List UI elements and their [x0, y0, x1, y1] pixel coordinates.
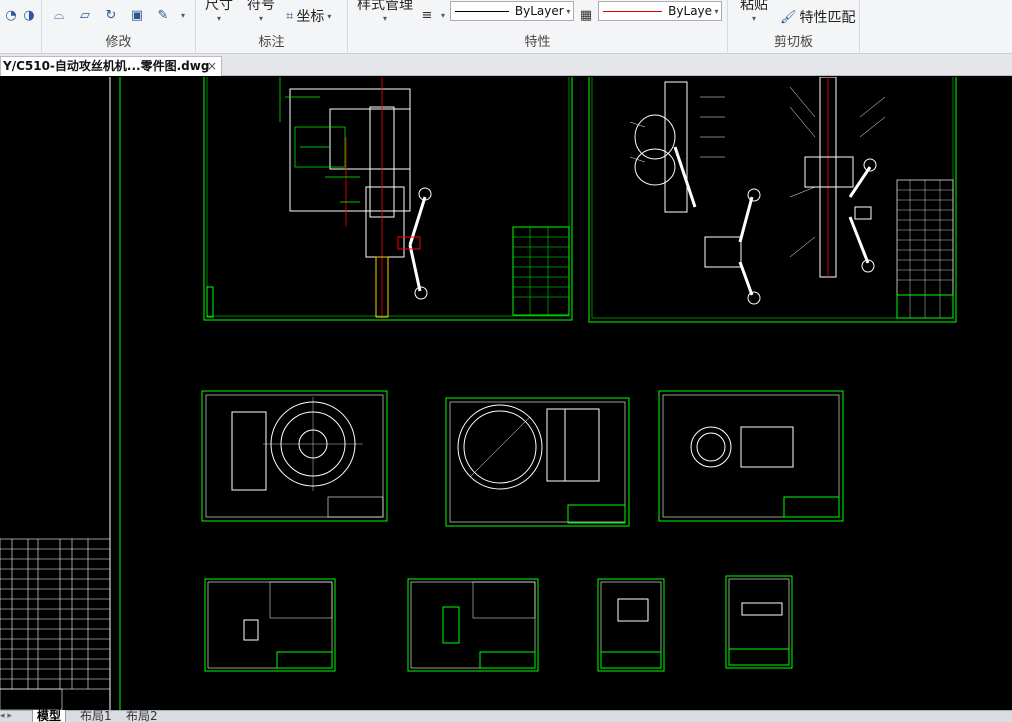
- symbol-button[interactable]: 符号 ▾: [246, 0, 276, 24]
- chevron-down-icon: ▾: [327, 11, 332, 21]
- drawing-sheet-exploded-view: [588, 77, 957, 323]
- properties-group-title: 特性: [524, 35, 551, 50]
- color-combo[interactable]: ByLaye ▾: [598, 1, 722, 21]
- drawing-canvas[interactable]: [0, 77, 1012, 710]
- layout-tab-layout2[interactable]: 布局2: [122, 710, 162, 722]
- color-preview: [603, 10, 663, 12]
- drawing-sheet-small-part-3: [597, 578, 665, 672]
- style-manager-label: 样式管理: [357, 0, 413, 13]
- match-properties-button[interactable]: 🖌 特性匹配: [780, 7, 856, 27]
- paste-label: 粘贴: [740, 0, 768, 13]
- match-properties-label: 特性匹配: [799, 10, 856, 26]
- layout-tab-layout1[interactable]: 布局1: [76, 710, 116, 722]
- cad-application-window: ◔ ◑ ⌓ ▱ ↻ ▣ ✎ ▾ 修改 尺寸 ▾ 符号 ▾ ⌗ 坐标 ▾ 标注 样…: [0, 0, 1012, 722]
- annotate-group-title: 标注: [258, 35, 285, 50]
- drawing-sheet-assembly-section: [203, 77, 573, 321]
- rotate-icon[interactable]: ↻: [102, 8, 120, 24]
- color-grid-icon[interactable]: ▦: [577, 8, 595, 24]
- ribbon-group-properties: 样式管理 ▾ ≡ ▾ ByLayer ▾ ▦ ByLaye ▾ 特性: [348, 0, 728, 54]
- chevron-down-icon: ▾: [382, 14, 387, 23]
- layout-tab-bar: ◂ ▸ 模型 布局1 布局2: [0, 710, 1012, 722]
- drawing-sheet-bushing: [658, 390, 844, 522]
- image-tool-icon[interactable]: ▣: [128, 8, 146, 24]
- document-tab-title: Y/C510-自动攻丝机机...零件图.dwg: [3, 59, 210, 73]
- modify-group-title: 修改: [105, 35, 132, 50]
- ribbon-group-clipboard: 粘贴 ▾ 🖌 特性匹配 剪切板: [728, 0, 860, 54]
- drawing-sheet-small-part-4: [725, 575, 793, 669]
- clipboard-group-title: 剪切板: [773, 35, 813, 50]
- chevron-down-icon[interactable]: ▾: [174, 8, 192, 24]
- drawing-sheet-small-part-1: [204, 578, 336, 672]
- coordinate-button[interactable]: ⌗ 坐标 ▾: [286, 6, 331, 26]
- fillet-tool-icon[interactable]: ◑: [20, 8, 38, 24]
- symbol-label: 符号: [247, 0, 275, 13]
- drawing-sheet-gear-ring: [445, 397, 630, 527]
- color-value: ByLaye: [668, 4, 713, 18]
- ribbon-toolbar: ◔ ◑ ⌓ ▱ ↻ ▣ ✎ ▾ 修改 尺寸 ▾ 符号 ▾ ⌗ 坐标 ▾ 标注 样…: [0, 0, 1012, 54]
- linetype-preview: [455, 10, 509, 12]
- coordinate-icon: ⌗: [286, 8, 294, 24]
- layout-tab-model[interactable]: 模型: [32, 710, 67, 722]
- parts-list-table: [0, 538, 111, 710]
- chevron-down-icon: ▾: [566, 6, 571, 16]
- coordinate-label: 坐标: [296, 9, 325, 25]
- model-space-drawing: [0, 77, 957, 710]
- linetype-value: ByLayer: [514, 4, 564, 18]
- chevron-down-icon: ▾: [714, 6, 719, 16]
- chevron-down-icon: ▾: [258, 14, 263, 23]
- layout-nav-arrows[interactable]: ◂ ▸: [0, 711, 30, 722]
- chevron-down-icon: ▾: [751, 14, 756, 23]
- shape-tool-icon[interactable]: ◔: [2, 8, 20, 24]
- drawing-sheet-pulley: [201, 390, 388, 522]
- close-icon[interactable]: ×: [207, 57, 217, 75]
- linetype-combo[interactable]: ByLayer ▾: [450, 1, 574, 21]
- document-tab[interactable]: Y/C510-自动攻丝机机...零件图.dwg ×: [0, 56, 222, 76]
- document-tab-strip: Y/C510-自动攻丝机机...零件图.dwg ×: [0, 54, 1012, 76]
- edit-tool-icon[interactable]: ✎: [154, 8, 172, 24]
- ribbon-group-modify: ⌓ ▱ ↻ ▣ ✎ ▾ 修改: [42, 0, 196, 54]
- drawing-sheet-small-part-2: [407, 578, 539, 672]
- match-properties-icon: 🖌: [780, 9, 797, 25]
- chevron-down-icon: ▾: [216, 14, 221, 23]
- dimension-button[interactable]: 尺寸 ▾: [204, 0, 234, 24]
- ribbon-group-annotate: 尺寸 ▾ 符号 ▾ ⌗ 坐标 ▾ 标注: [196, 0, 348, 54]
- curve-tool-icon[interactable]: ⌓: [50, 8, 68, 24]
- dimension-label: 尺寸: [205, 0, 233, 13]
- page-tool-icon[interactable]: ▱: [76, 8, 94, 24]
- paste-button[interactable]: 粘贴 ▾: [736, 0, 772, 24]
- ribbon-group-partial: ◔ ◑: [0, 0, 42, 54]
- style-manager-button[interactable]: 样式管理 ▾: [354, 0, 416, 24]
